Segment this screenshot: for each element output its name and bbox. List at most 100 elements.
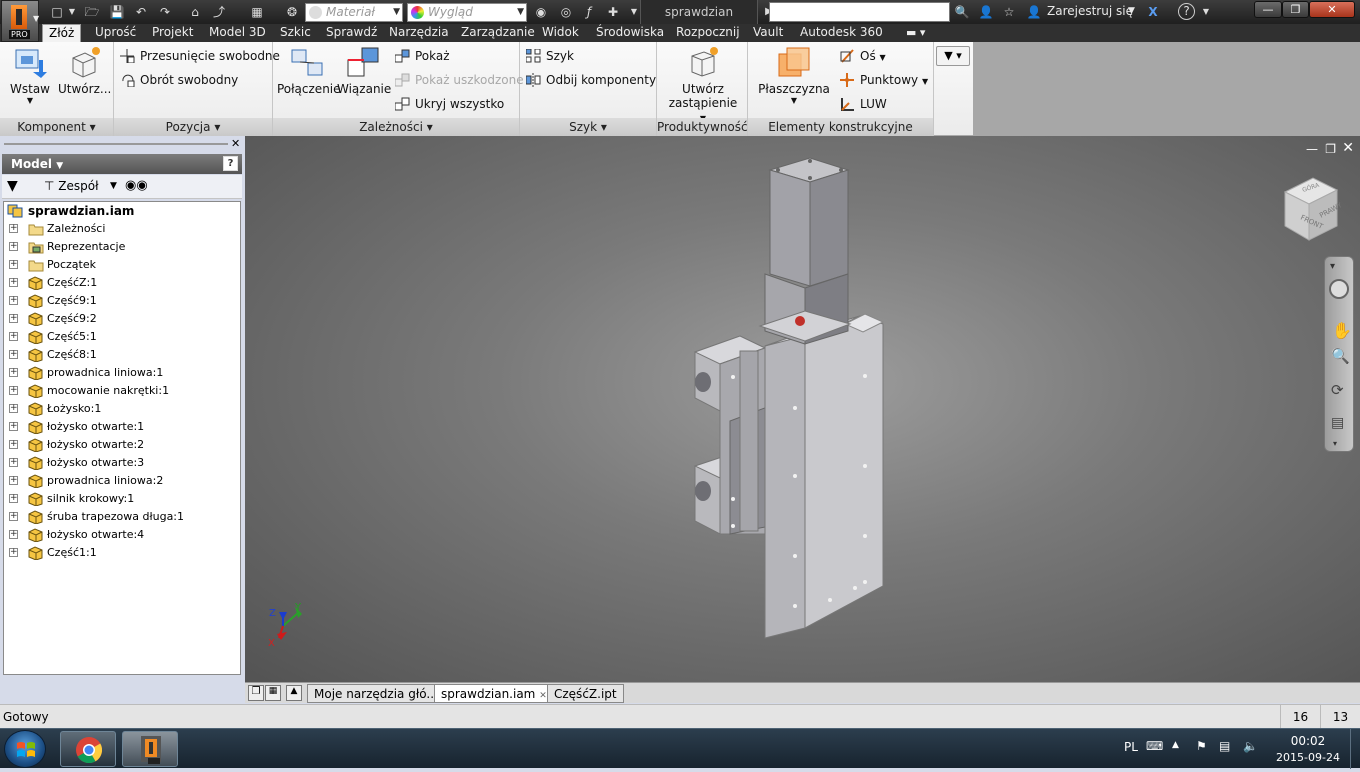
clock-time[interactable]: 00:02 xyxy=(1278,734,1338,748)
create-substitute-button[interactable]: Utwórz zastąpienie ▼ xyxy=(665,46,741,124)
minimize-ribbon-icon[interactable]: ▬ ▾ xyxy=(900,24,931,42)
expand-icon[interactable]: + xyxy=(9,278,18,287)
expand-icon[interactable]: + xyxy=(9,296,18,305)
expand-icon[interactable]: + xyxy=(9,260,18,269)
tab-manage[interactable]: Zarządzanie xyxy=(455,24,541,42)
tray-expand-icon[interactable]: ▲ xyxy=(1172,740,1179,750)
look-at-icon[interactable]: ▤ xyxy=(1331,415,1344,431)
volume-icon[interactable]: 🔈 xyxy=(1243,739,1258,753)
open-documents-icon[interactable]: ▲ xyxy=(286,685,302,701)
expand-icon[interactable]: + xyxy=(9,314,18,323)
network-icon[interactable]: ▤ xyxy=(1219,739,1230,753)
help-icon[interactable]: ? xyxy=(1178,3,1195,20)
panel-title-relationships[interactable]: Zależności ▾ xyxy=(273,118,519,136)
nav-bar-options-icon[interactable]: ▾ xyxy=(1330,261,1335,272)
expand-icon[interactable]: + xyxy=(9,386,18,395)
joint-button[interactable]: Połączenie xyxy=(277,46,341,96)
tab-simplify[interactable]: Uprość xyxy=(89,24,142,42)
tab-assemble[interactable]: Złóż xyxy=(42,24,82,42)
action-center-icon[interactable]: ⚑ xyxy=(1196,739,1207,753)
show-sick-button[interactable]: Pokaż uszkodzone xyxy=(393,70,524,90)
tab-tools[interactable]: Narzędzia xyxy=(383,24,455,42)
signin-link[interactable]: Zarejestruj się xyxy=(1047,4,1133,18)
keyboard-icon[interactable]: ⌨ xyxy=(1146,739,1163,753)
expand-icon[interactable]: + xyxy=(9,242,18,251)
clock-date[interactable]: 2015-09-24 xyxy=(1272,751,1344,764)
new-dropdown-icon[interactable]: ▼ xyxy=(63,3,81,21)
expand-icon[interactable]: + xyxy=(9,368,18,377)
viewcube[interactable]: FRONT PRAWY GÓRA xyxy=(1275,174,1345,244)
expand-icon[interactable]: + xyxy=(9,404,18,413)
expand-icon[interactable]: + xyxy=(9,494,18,503)
search-icon[interactable]: 🔍 xyxy=(953,3,971,21)
start-button[interactable] xyxy=(4,730,46,768)
panel-title-component[interactable]: Komponent ▾ xyxy=(0,118,113,136)
mirror-button[interactable]: Odbij komponenty xyxy=(524,70,656,90)
ucs-button[interactable]: LUW xyxy=(838,94,887,114)
show-desktop-button[interactable] xyxy=(1350,729,1360,769)
doc-tab-assembly[interactable]: sprawdzian.iam ✕ xyxy=(434,684,554,703)
plane-button[interactable]: Płaszczyzna ▼ xyxy=(756,46,832,105)
update-icon[interactable]: ▦ xyxy=(248,3,266,21)
application-menu-button[interactable]: PRO ▼ xyxy=(1,0,39,42)
doc-tab-my-tools[interactable]: Moje narzędzia głó... xyxy=(307,684,445,703)
taskbar-chrome[interactable] xyxy=(60,731,116,767)
insert-button[interactable]: Wstaw ▼ xyxy=(6,46,54,105)
chevron-down-icon[interactable]: ▼ xyxy=(110,181,117,191)
axis-button[interactable]: Oś ▼ xyxy=(838,46,886,66)
search-input[interactable] xyxy=(769,2,950,22)
tab-design[interactable]: Projekt xyxy=(146,24,199,42)
pattern-button[interactable]: Szyk xyxy=(524,46,574,66)
restore-button[interactable]: ❐ xyxy=(1282,1,1309,18)
model-browser-header[interactable]: Model ▼ ? xyxy=(2,154,242,174)
find-icon[interactable]: ◉◉ xyxy=(125,178,148,193)
hide-all-button[interactable]: Ukryj wszystko xyxy=(393,94,504,114)
language-indicator[interactable]: PL xyxy=(1124,740,1138,754)
tab-3d-model[interactable]: Model 3D xyxy=(203,24,272,42)
expand-icon[interactable]: + xyxy=(9,512,18,521)
expand-icon[interactable]: + xyxy=(9,458,18,467)
signin-dropdown-icon[interactable]: ▼ xyxy=(1128,6,1135,16)
tile-windows-icon[interactable]: ❐ xyxy=(248,685,264,701)
parameters-icon[interactable]: ƒ xyxy=(580,3,598,21)
home-icon[interactable]: ⌂ xyxy=(186,3,204,21)
expand-icon[interactable]: + xyxy=(9,224,18,233)
panel-title-pattern[interactable]: Szyk ▾ xyxy=(520,118,656,136)
tab-view[interactable]: Widok xyxy=(536,24,585,42)
graphics-viewport[interactable]: — ❐ ✕ FRONT PRAWY GÓRA ▾ ✋ 🔍 ⟳ ▤ ▾ Z Y X xyxy=(245,136,1360,682)
assembly-view-combo[interactable]: ⊤ Zespół xyxy=(44,179,99,193)
grip-icon[interactable] xyxy=(4,143,228,145)
orbit-icon[interactable]: ⟳ xyxy=(1331,381,1344,399)
tab-inspect[interactable]: Sprawdź xyxy=(320,24,383,42)
material-combo[interactable]: Materiał ▼ xyxy=(305,3,403,22)
expand-icon[interactable]: + xyxy=(9,548,18,557)
tab-get-started[interactable]: Rozpocznij xyxy=(670,24,746,42)
close-button[interactable]: ✕ xyxy=(1309,1,1355,18)
tab-sketch[interactable]: Szkic xyxy=(274,24,317,42)
expand-icon[interactable]: + xyxy=(9,476,18,485)
free-rotate-button[interactable]: Obrót swobodny xyxy=(118,70,238,90)
point-button[interactable]: Punktowy ▼ xyxy=(838,70,928,90)
expand-icon[interactable]: + xyxy=(9,422,18,431)
taskbar-inventor[interactable] xyxy=(122,731,178,767)
tab-vault[interactable]: Vault xyxy=(747,24,789,42)
minimize-button[interactable]: — xyxy=(1254,1,1282,18)
zoom-icon[interactable]: 🔍 xyxy=(1331,347,1350,365)
measure-icon[interactable]: ✚ xyxy=(604,3,622,21)
undo-icon[interactable]: ↶ xyxy=(132,3,150,21)
adjust-icon[interactable]: ◎ xyxy=(557,3,575,21)
expand-icon[interactable]: + xyxy=(9,332,18,341)
subscription-icon[interactable]: 👤 xyxy=(977,3,995,21)
clear-appearance-icon[interactable]: ◉ xyxy=(532,3,550,21)
close-panel-icon[interactable]: ✕ xyxy=(231,137,240,150)
redo-icon[interactable]: ↷ xyxy=(156,3,174,21)
arrange-windows-icon[interactable]: ▦ xyxy=(265,685,281,701)
expand-icon[interactable]: + xyxy=(9,440,18,449)
nav-bar-customize-icon[interactable]: ▾ xyxy=(1333,439,1337,448)
create-component-button[interactable]: Utwórz... xyxy=(58,46,111,96)
favorites-icon[interactable]: ☆ xyxy=(1000,3,1018,21)
expand-icon[interactable]: + xyxy=(9,350,18,359)
tab-environments[interactable]: Środowiska xyxy=(590,24,670,42)
constrain-button[interactable]: Wiązanie xyxy=(337,46,391,96)
open-icon[interactable]: 🗁 xyxy=(83,3,101,21)
